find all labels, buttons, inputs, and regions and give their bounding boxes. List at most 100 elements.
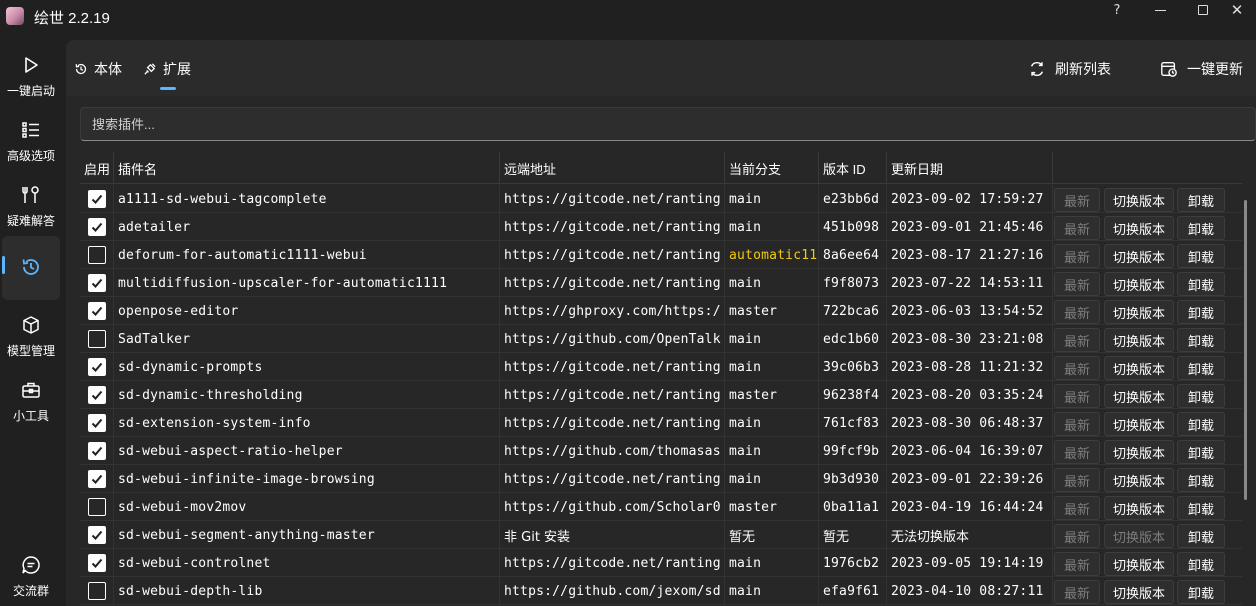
plugin-name: deforum-for-automatic1111-webui: [114, 241, 500, 269]
switch-version-button[interactable]: 切换版本: [1104, 244, 1174, 268]
check-icon: [91, 362, 103, 372]
tab-core[interactable]: 本体: [74, 58, 122, 80]
update-date: 2023-09-01 22:39:26: [887, 465, 1053, 493]
branch-cell: main: [725, 549, 819, 577]
uninstall-button[interactable]: 卸载: [1177, 272, 1225, 296]
header-enabled[interactable]: 启用: [80, 152, 114, 184]
latest-button[interactable]: 最新: [1054, 356, 1100, 380]
enabled-checkbox[interactable]: [88, 386, 106, 404]
enabled-checkbox[interactable]: [88, 498, 106, 516]
tools-icon: [16, 180, 46, 210]
latest-button[interactable]: 最新: [1054, 496, 1100, 520]
enabled-checkbox[interactable]: [88, 246, 106, 264]
uninstall-button[interactable]: 卸载: [1177, 356, 1225, 380]
switch-version-button[interactable]: 切换版本: [1104, 580, 1174, 604]
latest-button[interactable]: 最新: [1054, 580, 1100, 604]
uninstall-button[interactable]: 卸载: [1177, 552, 1225, 576]
switch-version-button[interactable]: 切换版本: [1104, 468, 1174, 492]
uninstall-button[interactable]: 卸载: [1177, 468, 1225, 492]
update-date: 2023-08-17 21:27:16: [887, 241, 1053, 269]
switch-version-button[interactable]: 切换版本: [1104, 496, 1174, 520]
enabled-checkbox[interactable]: [88, 526, 106, 544]
enabled-checkbox[interactable]: [88, 442, 106, 460]
enabled-checkbox[interactable]: [88, 358, 106, 376]
enabled-checkbox[interactable]: [88, 554, 106, 572]
latest-button[interactable]: 最新: [1054, 300, 1100, 324]
enabled-checkbox[interactable]: [88, 190, 106, 208]
uninstall-button[interactable]: 卸载: [1177, 440, 1225, 464]
enabled-checkbox[interactable]: [88, 274, 106, 292]
latest-button[interactable]: 最新: [1054, 272, 1100, 296]
plugin-name: sd-extension-system-info: [114, 409, 500, 437]
switch-version-button[interactable]: 切换版本: [1104, 328, 1174, 352]
latest-button[interactable]: 最新: [1054, 440, 1100, 464]
latest-button[interactable]: 最新: [1054, 524, 1100, 548]
sidebar-item-advanced[interactable]: 高级选项: [0, 109, 62, 173]
remote-url: 非 Git 安装: [500, 521, 725, 549]
header-date[interactable]: 更新日期: [887, 152, 1053, 184]
uninstall-button[interactable]: 卸载: [1177, 580, 1225, 604]
switch-version-button[interactable]: 切换版本: [1104, 356, 1174, 380]
sidebar-item-versions[interactable]: [2, 236, 60, 300]
sidebar-item-models[interactable]: 模型管理: [0, 304, 62, 368]
enabled-checkbox[interactable]: [88, 414, 106, 432]
table-row: multidiffusion-upscaler-for-automatic111…: [80, 269, 1242, 297]
branch-cell: 暂无: [725, 521, 819, 549]
sidebar-item-launch[interactable]: 一键启动: [0, 44, 62, 108]
sidebar-item-tools[interactable]: 小工具: [0, 369, 62, 433]
enabled-checkbox[interactable]: [88, 302, 106, 320]
close-button[interactable]: ✕: [1214, 0, 1256, 20]
latest-button[interactable]: 最新: [1054, 468, 1100, 492]
sidebar-item-troubleshoot[interactable]: 疑难解答: [0, 174, 62, 238]
uninstall-button[interactable]: 卸载: [1177, 216, 1225, 240]
vertical-scrollbar[interactable]: [1244, 200, 1247, 500]
search-input[interactable]: [81, 108, 1255, 140]
plugin-name: adetailer: [114, 213, 500, 241]
header-version[interactable]: 版本 ID: [819, 152, 887, 184]
help-button[interactable]: ?: [1094, 0, 1140, 20]
latest-button[interactable]: 最新: [1054, 216, 1100, 240]
enabled-checkbox[interactable]: [88, 470, 106, 488]
tab-extensions[interactable]: 扩展: [142, 58, 191, 80]
latest-button[interactable]: 最新: [1054, 412, 1100, 436]
latest-button[interactable]: 最新: [1054, 244, 1100, 268]
minimize-button[interactable]: [1137, 0, 1183, 20]
remote-url: https://gitcode.net/ranting: [500, 409, 725, 437]
switch-version-button[interactable]: 切换版本: [1104, 440, 1174, 464]
enabled-checkbox[interactable]: [88, 218, 106, 236]
switch-version-button[interactable]: 切换版本: [1104, 524, 1174, 548]
latest-button[interactable]: 最新: [1054, 328, 1100, 352]
uninstall-button[interactable]: 卸载: [1177, 524, 1225, 548]
uninstall-button[interactable]: 卸载: [1177, 244, 1225, 268]
uninstall-button[interactable]: 卸载: [1177, 300, 1225, 324]
switch-version-button[interactable]: 切换版本: [1104, 552, 1174, 576]
switch-version-button[interactable]: 切换版本: [1104, 216, 1174, 240]
version-id: 96238f4: [819, 381, 887, 409]
enabled-checkbox[interactable]: [88, 582, 106, 600]
uninstall-button[interactable]: 卸载: [1177, 384, 1225, 408]
latest-button[interactable]: 最新: [1054, 384, 1100, 408]
uninstall-button[interactable]: 卸载: [1177, 328, 1225, 352]
header-remote[interactable]: 远端地址: [500, 152, 725, 184]
search-box[interactable]: [80, 107, 1256, 141]
sidebar-item-community[interactable]: 交流群: [0, 544, 62, 606]
uninstall-button[interactable]: 卸载: [1177, 188, 1225, 212]
header-name[interactable]: 插件名: [114, 152, 500, 184]
uninstall-button[interactable]: 卸载: [1177, 496, 1225, 520]
switch-version-button[interactable]: 切换版本: [1104, 300, 1174, 324]
latest-button[interactable]: 最新: [1054, 188, 1100, 212]
enabled-checkbox[interactable]: [88, 330, 106, 348]
refresh-list-button[interactable]: 刷新列表: [1028, 58, 1111, 80]
header-branch[interactable]: 当前分支: [725, 152, 819, 184]
switch-version-button[interactable]: 切换版本: [1104, 412, 1174, 436]
update-all-button[interactable]: 一键更新: [1160, 58, 1243, 80]
enabled-cell: [80, 325, 114, 353]
uninstall-button[interactable]: 卸载: [1177, 412, 1225, 436]
switch-version-button[interactable]: 切换版本: [1104, 188, 1174, 212]
switch-version-button[interactable]: 切换版本: [1104, 272, 1174, 296]
switch-version-button[interactable]: 切换版本: [1104, 384, 1174, 408]
cube-icon: [16, 310, 46, 340]
update-date: 无法切换版本: [887, 521, 1053, 549]
version-id: 暂无: [819, 521, 887, 549]
latest-button[interactable]: 最新: [1054, 552, 1100, 576]
